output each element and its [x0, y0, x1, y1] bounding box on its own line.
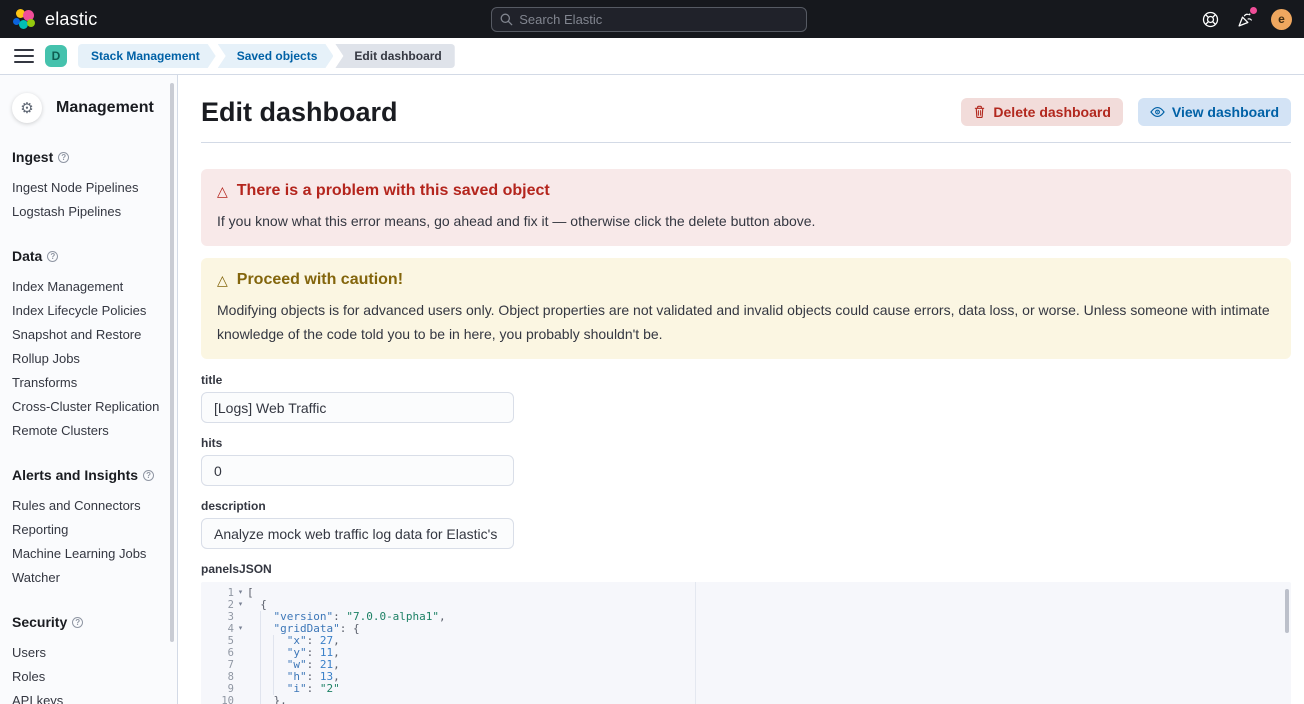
sidebar-section-title: Data [12, 248, 42, 264]
description-input[interactable] [201, 518, 514, 549]
sidebar-item-machine-learning-jobs[interactable]: Machine Learning Jobs [12, 541, 165, 565]
search-icon [500, 13, 513, 26]
delete-dashboard-button[interactable]: Delete dashboard [961, 98, 1122, 126]
question-in-circle-icon[interactable]: ? [58, 152, 69, 163]
fold-arrow-icon[interactable]: ▾ [234, 587, 247, 599]
sidebar-scrollbar[interactable] [170, 83, 174, 642]
sidebar-section-title: Security [12, 614, 67, 630]
code-line: 4▾"gridData": { [201, 623, 1291, 635]
panelsjson-code-editor[interactable]: 1▾[2▾{3"version": "7.0.0-alpha1",4▾"grid… [201, 582, 1291, 704]
code-line: 8"h": 13, [201, 671, 1291, 683]
sidebar-item-ingest-node-pipelines[interactable]: Ingest Node Pipelines [12, 175, 165, 199]
elastic-home-link[interactable]: elastic [12, 7, 97, 31]
sidebar-section: Security?UsersRolesAPI keysRole Mappings [12, 614, 165, 704]
sidebar-item-transforms[interactable]: Transforms [12, 370, 165, 394]
sidebar-section: Data? Index ManagementIndex Lifecycle Pol… [12, 248, 165, 442]
error-callout-body: If you know what this error means, go ah… [217, 209, 1275, 233]
caution-callout: △ Proceed with caution! Modifying object… [201, 258, 1291, 359]
view-dashboard-button[interactable]: View dashboard [1138, 98, 1291, 126]
global-search[interactable] [491, 7, 807, 32]
breadcrumb-bar: D Stack Management Saved objects Edit da… [0, 38, 1304, 75]
caution-callout-title: Proceed with caution! [237, 271, 403, 289]
sidebar-section-title: Ingest [12, 149, 53, 165]
caution-callout-body: Modifying objects is for advanced users … [217, 298, 1275, 346]
fold-arrow-icon[interactable]: ▾ [234, 623, 247, 635]
code-line: 9"i": "2" [201, 683, 1291, 695]
eye-icon [1150, 106, 1165, 118]
view-dashboard-label: View dashboard [1172, 104, 1279, 120]
hits-field-group: hits [201, 436, 514, 486]
breadcrumb-stack-management[interactable]: Stack Management [78, 44, 216, 68]
sidebar-item-cross-cluster-replication[interactable]: Cross-Cluster Replication [12, 394, 165, 418]
logo-text: elastic [45, 9, 97, 30]
breadcrumb-saved-objects[interactable]: Saved objects [218, 44, 334, 68]
panelsjson-label: panelsJSON [201, 562, 1291, 576]
page-title: Edit dashboard [201, 95, 398, 129]
sidebar-item-rules-and-connectors[interactable]: Rules and Connectors [12, 493, 165, 517]
main-content: Edit dashboard Delete dashboard View das… [178, 75, 1304, 704]
sidebar-item-watcher[interactable]: Watcher [12, 565, 165, 589]
notification-dot [1250, 7, 1257, 14]
user-avatar[interactable]: e [1271, 9, 1292, 30]
print-margin-line [695, 582, 696, 704]
sidebar-item-rollup-jobs[interactable]: Rollup Jobs [12, 346, 165, 370]
gear-icon: ⚙ [12, 93, 42, 123]
code-line: 5"x": 27, [201, 635, 1291, 647]
elastic-logo-icon [12, 7, 36, 31]
delete-dashboard-label: Delete dashboard [993, 104, 1110, 120]
menu-icon[interactable] [14, 49, 34, 63]
sidebar-title: Management [56, 99, 154, 117]
top-header-bar: elastic e [0, 0, 1304, 38]
code-line: 6"y": 11, [201, 647, 1291, 659]
sidebar-item-users[interactable]: Users [12, 640, 165, 664]
question-in-circle-icon[interactable]: ? [143, 470, 154, 481]
warning-icon: △ [217, 184, 228, 198]
management-sidebar: ⚙ Management Ingest? Ingest Node Pipeline… [0, 75, 178, 704]
sidebar-item-api-keys[interactable]: API keys [12, 688, 165, 704]
sidebar-item-roles[interactable]: Roles [12, 664, 165, 688]
question-in-circle-icon[interactable]: ? [72, 617, 83, 628]
title-field-group: title [201, 373, 514, 423]
sidebar-section-title: Alerts and Insights [12, 467, 138, 483]
sidebar-item-reporting[interactable]: Reporting [12, 517, 165, 541]
code-line: 10}, [201, 695, 1291, 704]
help-icon[interactable] [1201, 10, 1219, 28]
warning-icon: △ [217, 273, 228, 287]
code-line: 1▾[ [201, 587, 1291, 599]
error-callout-title: There is a problem with this saved objec… [237, 182, 550, 200]
question-in-circle-icon[interactable]: ? [47, 251, 58, 262]
trash-icon [973, 105, 986, 119]
space-badge[interactable]: D [45, 45, 67, 67]
code-lines: 1▾[2▾{3"version": "7.0.0-alpha1",4▾"grid… [201, 587, 1291, 704]
sidebar-item-index-lifecycle-policies[interactable]: Index Lifecycle Policies [12, 298, 165, 322]
description-field-group: description [201, 499, 514, 549]
sidebar-item-snapshot-and-restore[interactable]: Snapshot and Restore [12, 322, 165, 346]
sidebar-item-logstash-pipelines[interactable]: Logstash Pipelines [12, 199, 165, 223]
sidebar-item-index-management[interactable]: Index Management [12, 274, 165, 298]
sidebar-section: Ingest? Ingest Node PipelinesLogstash Pip… [12, 149, 165, 223]
breadcrumb: Stack Management Saved objects Edit dash… [78, 44, 455, 68]
hits-field-label: hits [201, 436, 514, 450]
hits-input[interactable] [201, 455, 514, 486]
sidebar-section: Alerts and Insights? Rules and Connectors… [12, 467, 165, 589]
title-input[interactable] [201, 392, 514, 423]
description-field-label: description [201, 499, 514, 513]
title-field-label: title [201, 373, 514, 387]
fold-arrow-icon[interactable]: ▾ [234, 599, 247, 611]
search-input[interactable] [519, 12, 798, 27]
error-callout: △ There is a problem with this saved obj… [201, 169, 1291, 246]
editor-scrollbar[interactable] [1285, 589, 1289, 633]
header-divider [201, 142, 1291, 143]
newsfeed-icon[interactable] [1236, 10, 1254, 28]
sidebar-item-remote-clusters[interactable]: Remote Clusters [12, 418, 165, 442]
code-line: 3"version": "7.0.0-alpha1", [201, 611, 1291, 623]
breadcrumb-current: Edit dashboard [335, 44, 454, 68]
sidebar-sections: Ingest? Ingest Node PipelinesLogstash Pip… [12, 149, 165, 704]
code-line: 7"w": 21, [201, 659, 1291, 671]
